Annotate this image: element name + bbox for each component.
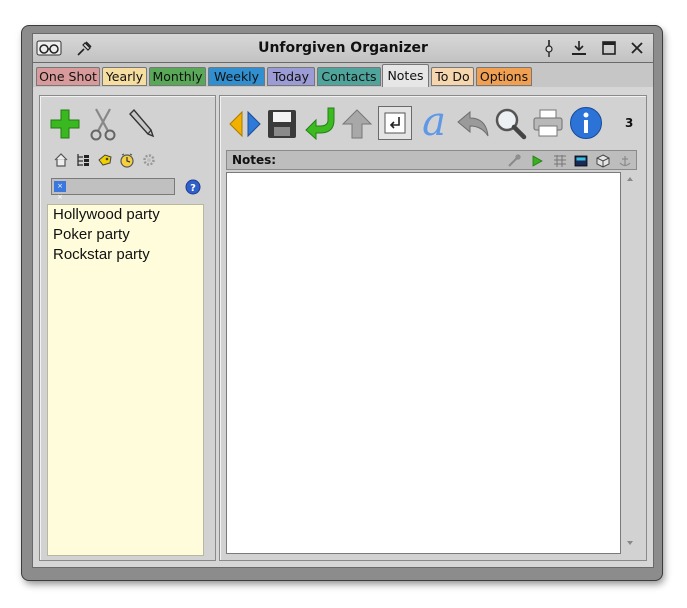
up-arrow-icon[interactable] bbox=[341, 108, 373, 140]
tab-one-shot[interactable]: One Shot bbox=[36, 67, 100, 86]
tag-icon[interactable] bbox=[97, 152, 113, 168]
list-item[interactable]: Poker party bbox=[53, 226, 130, 243]
list-item[interactable]: Hollywood party bbox=[53, 206, 160, 223]
help-icon[interactable]: ? bbox=[185, 179, 201, 195]
cube-icon[interactable] bbox=[596, 154, 610, 168]
tab-options[interactable]: Options bbox=[476, 67, 532, 86]
cut-icon[interactable] bbox=[88, 107, 118, 141]
search-input[interactable]: × × bbox=[51, 178, 175, 201]
clock-icon[interactable] bbox=[119, 152, 135, 168]
list-item[interactable]: Rockstar party bbox=[53, 246, 150, 263]
info-icon[interactable] bbox=[569, 106, 603, 140]
undo-icon[interactable] bbox=[456, 110, 490, 138]
title-bar[interactable]: Unforgiven Organizer bbox=[32, 33, 654, 63]
anchor-icon[interactable] bbox=[618, 154, 632, 168]
add-icon[interactable] bbox=[49, 108, 81, 140]
notes-page: × × ? Hollywood party Poker party Rockst… bbox=[32, 87, 654, 568]
magnifier-icon[interactable] bbox=[493, 106, 527, 140]
link-icon[interactable] bbox=[507, 154, 521, 168]
note-editor-panel: a 3 Notes: bbox=[219, 95, 647, 561]
text-cursor-selection: × × bbox=[54, 181, 66, 201]
printer-icon[interactable] bbox=[532, 108, 564, 138]
wrap-icon bbox=[384, 112, 406, 134]
tab-yearly[interactable]: Yearly bbox=[102, 67, 147, 86]
svg-text:a: a bbox=[422, 102, 446, 142]
tab-today[interactable]: Today bbox=[267, 67, 315, 86]
scroll-up-icon[interactable] bbox=[626, 176, 634, 182]
thumbtack-icon[interactable] bbox=[539, 38, 559, 58]
tab-to-do[interactable]: To Do bbox=[431, 67, 474, 86]
close-icon[interactable] bbox=[627, 38, 647, 58]
word-wrap-toggle[interactable] bbox=[378, 106, 412, 140]
sync-arrows-icon[interactable] bbox=[228, 108, 262, 140]
font-a-icon[interactable]: a bbox=[416, 102, 452, 142]
tab-contacts[interactable]: Contacts bbox=[317, 67, 381, 86]
scroll-down-icon[interactable] bbox=[626, 540, 634, 546]
tab-weekly[interactable]: Weekly bbox=[208, 67, 265, 86]
vertical-scrollbar[interactable] bbox=[623, 172, 637, 554]
home-icon[interactable] bbox=[53, 152, 69, 168]
calculator-icon[interactable] bbox=[574, 154, 588, 168]
play-icon[interactable] bbox=[530, 154, 544, 168]
window-title: Unforgiven Organizer bbox=[258, 40, 428, 56]
tab-notes[interactable]: Notes bbox=[382, 64, 429, 87]
notes-label: Notes: bbox=[232, 153, 277, 167]
tab-monthly[interactable]: Monthly bbox=[149, 67, 206, 86]
maximize-icon[interactable] bbox=[599, 38, 619, 58]
tab-bar: One Shot Yearly Monthly Weekly Today Con… bbox=[32, 63, 654, 87]
notes-header-bar: Notes: bbox=[226, 150, 637, 170]
save-disk-icon[interactable] bbox=[266, 108, 298, 140]
table-icon[interactable] bbox=[553, 154, 567, 168]
gear-icon[interactable] bbox=[141, 152, 157, 168]
app-window: Unforgiven Organizer One Shot Yearly Mon… bbox=[22, 26, 662, 580]
note-text-area[interactable] bbox=[226, 172, 621, 554]
notes-list[interactable]: Hollywood party Poker party Rockstar par… bbox=[47, 204, 204, 556]
minimize-icon[interactable] bbox=[569, 38, 589, 58]
tree-icon[interactable] bbox=[75, 152, 91, 168]
help-symbol: ? bbox=[190, 183, 196, 194]
edit-pencil-icon[interactable] bbox=[124, 106, 158, 140]
download-arrow-icon[interactable] bbox=[304, 106, 336, 140]
notes-count: 3 bbox=[625, 116, 634, 130]
notes-list-panel: × × ? Hollywood party Poker party Rockst… bbox=[39, 95, 216, 561]
